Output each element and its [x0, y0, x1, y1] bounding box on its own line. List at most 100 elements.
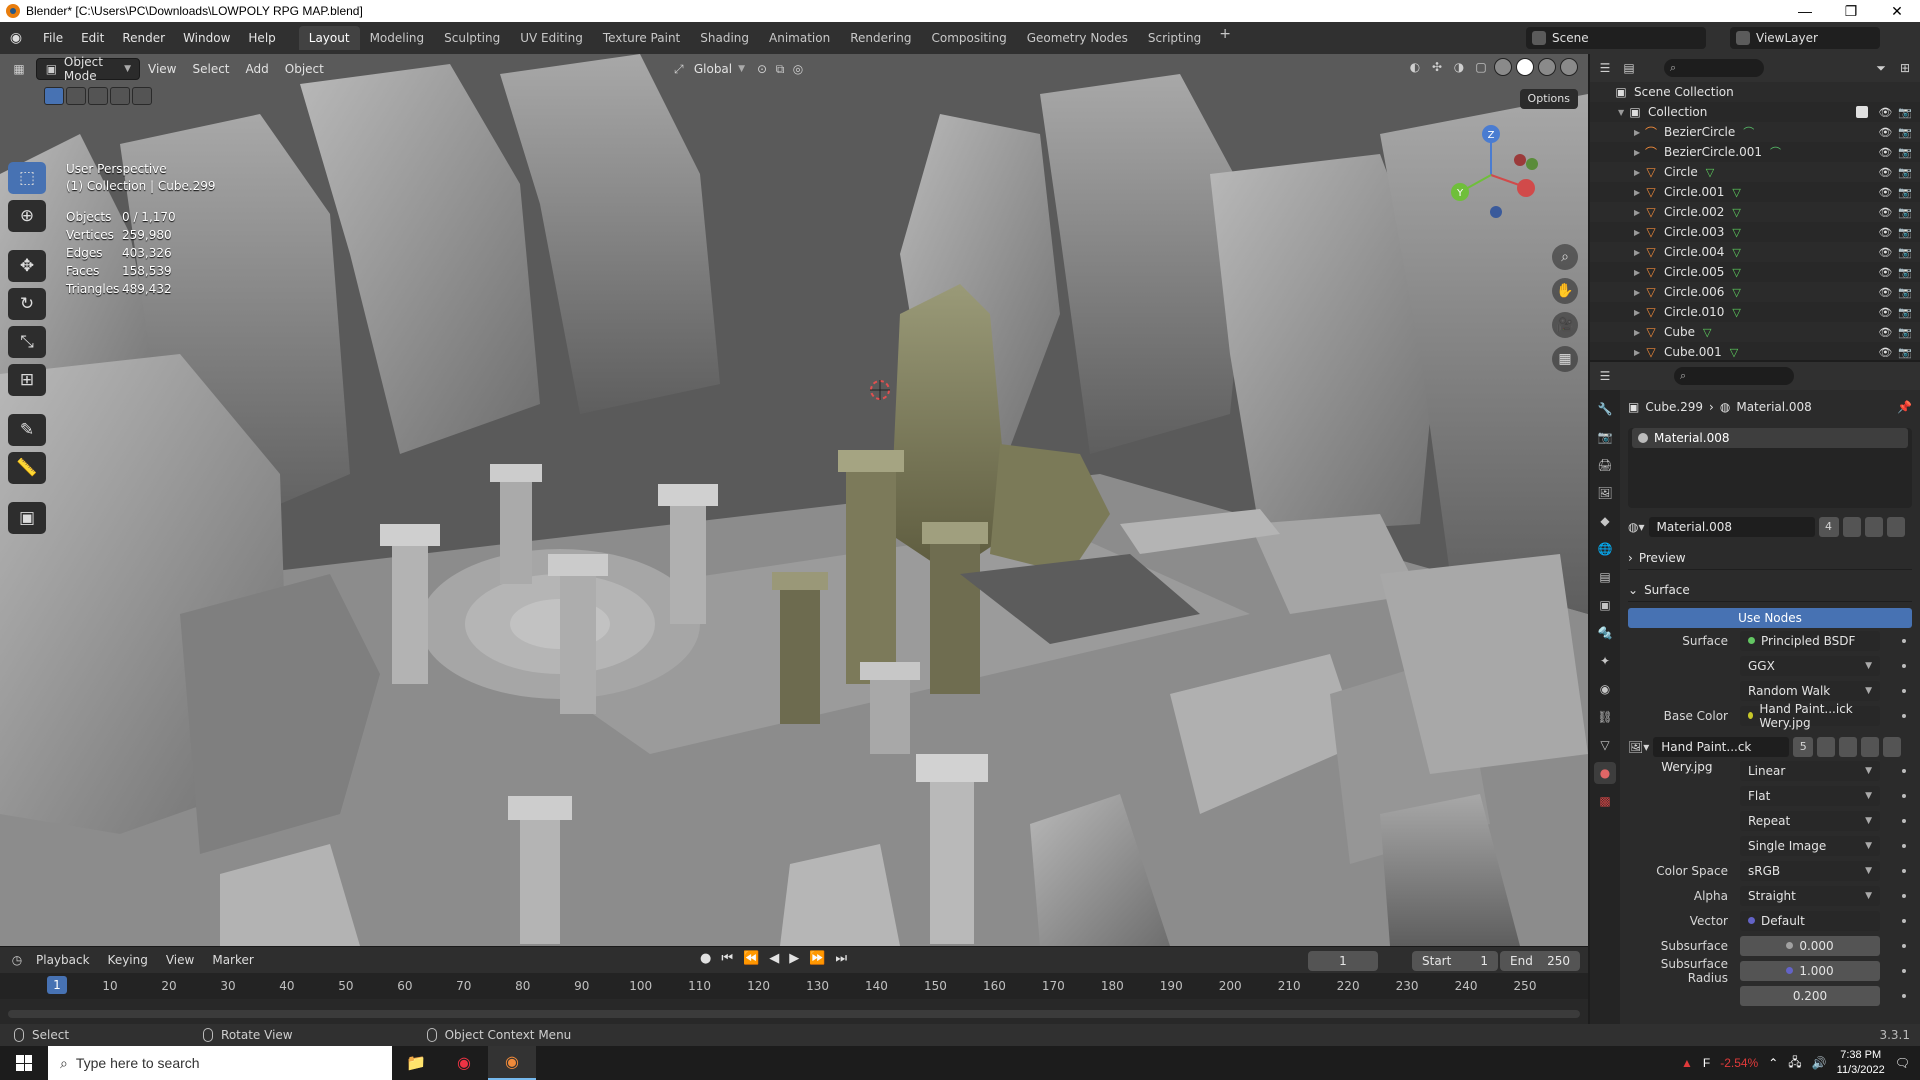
menu-edit[interactable]: Edit — [72, 27, 113, 49]
start-button[interactable] — [0, 1046, 48, 1080]
browse-material-icon[interactable]: ◍▾ — [1628, 520, 1645, 534]
menu-view[interactable]: View — [140, 58, 184, 80]
zoom-icon[interactable]: ⌕ — [1552, 244, 1578, 270]
tool-tab-icon[interactable]: 🔧 — [1594, 398, 1616, 420]
menu-help[interactable]: Help — [239, 27, 284, 49]
view-layer-tab-icon[interactable]: 🖼 — [1594, 482, 1616, 504]
expand-arrow-icon[interactable]: ▶ — [1634, 348, 1644, 357]
camera-icon[interactable]: 📷 — [1898, 346, 1912, 359]
tab-rendering[interactable]: Rendering — [840, 26, 921, 50]
image-fake-user-button[interactable] — [1817, 737, 1836, 757]
mesh-data-icon[interactable]: ▽ — [1730, 346, 1738, 359]
play-reverse-icon[interactable]: ◀ — [769, 951, 779, 966]
expand-arrow-icon[interactable]: ▶ — [1634, 268, 1644, 277]
next-keyframe-icon[interactable]: ⏩ — [809, 951, 825, 966]
outliner-object-row[interactable]: ▶ ▽ Circle.010 ▽ 👁 📷 — [1590, 302, 1920, 322]
options-button[interactable]: Options — [1519, 89, 1578, 109]
menu-render[interactable]: Render — [113, 27, 174, 49]
gizmo-toggle-icon[interactable]: ✣ — [1428, 58, 1446, 76]
expand-arrow-icon[interactable]: ▶ — [1634, 148, 1644, 157]
new-collection-icon[interactable]: ⊞ — [1896, 59, 1914, 77]
select-extend-button[interactable] — [66, 87, 86, 105]
particles-tab-icon[interactable]: ✦ — [1594, 650, 1616, 672]
display-mode-icon[interactable]: ▤ — [1620, 59, 1638, 77]
annotate-tool-icon[interactable]: ✎ — [8, 414, 46, 446]
cursor-tool-icon[interactable]: ⊕ — [8, 200, 46, 232]
camera-view-icon[interactable]: 🎥 — [1552, 312, 1578, 338]
rotate-tool-icon[interactable]: ↻ — [8, 288, 46, 320]
property-field[interactable]: Random Walk ▼ — [1740, 680, 1880, 701]
outliner-editor-type-icon[interactable]: ☰ — [1596, 59, 1614, 77]
material-tab-icon[interactable]: ● — [1594, 762, 1616, 784]
close-button[interactable]: ✕ — [1874, 3, 1920, 20]
gizmo-x-axis[interactable] — [1517, 179, 1535, 197]
animate-property-icon[interactable] — [1902, 818, 1906, 823]
current-frame-field[interactable]: 1 — [1308, 951, 1378, 971]
property-field[interactable]: Linear ▼ — [1740, 760, 1880, 781]
xray-icon[interactable]: ▢ — [1472, 58, 1490, 76]
image-new-button[interactable] — [1839, 737, 1858, 757]
eye-icon[interactable]: 👁 — [1878, 186, 1892, 199]
texture-tab-icon[interactable]: ▩ — [1594, 790, 1616, 812]
animate-property-icon[interactable] — [1902, 868, 1906, 873]
eye-icon[interactable]: 👁 — [1878, 106, 1892, 119]
image-name-field[interactable]: Hand Paint...ck Wery.jpg — [1653, 737, 1790, 774]
tab-layout[interactable]: Layout — [298, 26, 360, 50]
blender-menu-icon[interactable]: ◉ — [6, 28, 26, 48]
pin-icon[interactable]: 📌 — [1897, 400, 1912, 414]
outliner-search-input[interactable]: ⌕ — [1664, 59, 1764, 77]
menu-marker[interactable]: Marker — [204, 953, 261, 967]
expand-arrow-icon[interactable]: ▶ — [1634, 168, 1644, 177]
visibility-icon[interactable]: ◐ — [1406, 58, 1424, 76]
expand-arrow-icon[interactable]: ▶ — [1634, 228, 1644, 237]
select-box-tool-icon[interactable]: ⬚ — [8, 162, 46, 194]
eye-icon[interactable]: 👁 — [1878, 286, 1892, 299]
constraints-tab-icon[interactable]: ⛓ — [1594, 706, 1616, 728]
tab-shading[interactable]: Shading — [690, 26, 759, 50]
eye-icon[interactable]: 👁 — [1878, 246, 1892, 259]
outliner-object-row[interactable]: ▶ ▽ Cube.001 ▽ 👁 📷 — [1590, 342, 1920, 362]
record-icon[interactable]: ● — [700, 951, 711, 966]
material-shading-button[interactable] — [1538, 58, 1556, 76]
eye-icon[interactable]: 👁 — [1878, 306, 1892, 319]
expand-arrow-icon[interactable]: ▶ — [1634, 128, 1644, 137]
proportional-edit-icon[interactable]: ◎ — [789, 60, 807, 78]
transform-tool-icon[interactable]: ⊞ — [8, 364, 46, 396]
surface-panel-header[interactable]: ⌄ Surface — [1628, 578, 1912, 602]
editor-type-icon[interactable]: ▦ — [10, 60, 28, 78]
transform-orientation-selector[interactable]: ⤢ Global ▼ — [662, 58, 753, 80]
material-slot-list[interactable]: Material.008 — [1628, 428, 1912, 508]
outliner-collection[interactable]: ▼ ▣ Collection 👁 📷 — [1590, 102, 1920, 122]
eye-icon[interactable]: 👁 — [1878, 226, 1892, 239]
use-nodes-button[interactable]: Use Nodes — [1628, 608, 1912, 628]
navigation-gizmo[interactable]: Z Y — [1436, 120, 1546, 230]
menu-add[interactable]: Add — [238, 58, 277, 80]
expand-arrow-icon[interactable]: ▶ — [1634, 288, 1644, 297]
menu-window[interactable]: Window — [174, 27, 239, 49]
material-slot[interactable]: Material.008 — [1632, 428, 1908, 448]
gizmo-neg-y-axis[interactable] — [1526, 158, 1538, 170]
property-field[interactable]: Default — [1740, 910, 1880, 931]
end-frame-field[interactable]: End 250 — [1500, 951, 1580, 971]
expand-arrow-icon[interactable]: ▶ — [1634, 248, 1644, 257]
menu-select[interactable]: Select — [184, 58, 237, 80]
outliner-object-row[interactable]: ▶ ▽ Circle.004 ▽ 👁 📷 — [1590, 242, 1920, 262]
animate-property-icon[interactable] — [1902, 918, 1906, 923]
notifications-icon[interactable]: 🗨 — [1895, 1056, 1910, 1070]
eye-icon[interactable]: 👁 — [1878, 166, 1892, 179]
volume-icon[interactable]: 🔊 — [1812, 1056, 1827, 1070]
jump-end-icon[interactable]: ⏭ — [835, 951, 847, 966]
menu-keying[interactable]: Keying — [100, 953, 156, 967]
play-icon[interactable]: ▶ — [789, 951, 799, 966]
overlay-toggle-icon[interactable]: ◑ — [1450, 58, 1468, 76]
modifier-tab-icon[interactable]: 🔩 — [1594, 622, 1616, 644]
clock[interactable]: 7:38 PM 11/3/2022 — [1837, 1048, 1885, 1078]
add-workspace-button[interactable]: + — [1211, 26, 1239, 50]
property-field[interactable]: Hand Paint...ick Wery.jpg — [1740, 702, 1880, 730]
camera-icon[interactable]: 📷 — [1898, 266, 1912, 279]
chrome-icon[interactable]: ◉ — [440, 1046, 488, 1080]
measure-tool-icon[interactable]: 📏 — [8, 452, 46, 484]
wireframe-shading-button[interactable] — [1494, 58, 1512, 76]
snap-icon[interactable]: ⧉ — [771, 60, 789, 78]
mesh-data-icon[interactable]: ▽ — [1732, 226, 1740, 239]
